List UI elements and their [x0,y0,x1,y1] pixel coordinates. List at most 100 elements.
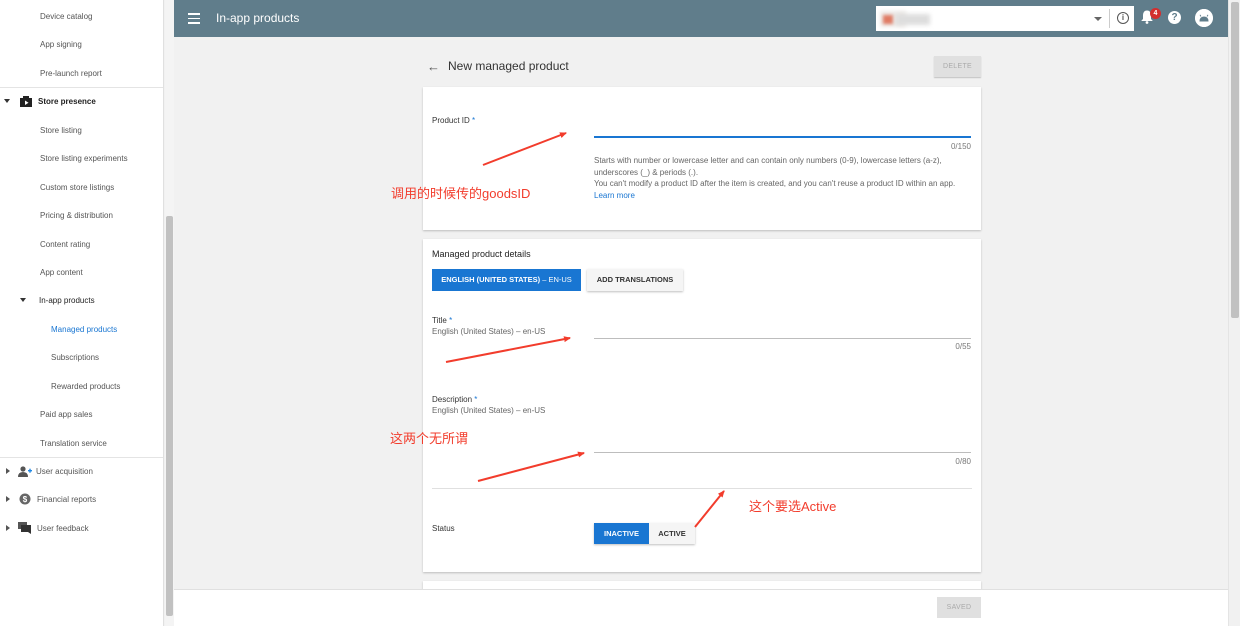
product-id-label: Product ID * [432,116,475,125]
sidebar-item-app-content[interactable]: App content [0,258,163,286]
sidebar-item-label: Store listing [40,125,82,135]
sidebar-item-content-rating[interactable]: Content rating [0,230,163,258]
page-title: In-app products [216,11,300,25]
sidebar-item-label: Pricing & distribution [40,210,113,220]
user-acquisition-icon [18,465,32,477]
sidebar-item-label: Paid app sales [40,409,93,419]
bottom-action-bar [174,589,1228,626]
sidebar-item-label: User acquisition [36,466,93,476]
product-id-help: Starts with number or lowercase letter a… [594,155,974,202]
sidebar-item-store-listing-experiments[interactable]: Store listing experiments [0,144,163,172]
sidebar-item-label: Content rating [40,239,91,249]
sidebar-item-user-feedback[interactable]: User feedback [0,514,163,542]
product-id-label-text: Product ID [432,116,470,125]
sidebar-item-store-listing[interactable]: Store listing [0,116,163,144]
sidebar-item-device-catalog[interactable]: Device catalog [0,2,163,30]
saved-button[interactable]: SAVED [937,597,981,618]
learn-more-link[interactable]: Learn more [594,190,974,202]
description-label-text: Description [432,395,473,404]
sidebar-item-paid-app-sales[interactable]: Paid app sales [0,400,163,428]
dollar-icon: $ [19,493,31,505]
svg-text:$: $ [23,495,28,504]
sidebar-item-label: User feedback [37,523,89,533]
product-id-input[interactable] [594,136,971,138]
chevron-right-icon [6,496,10,502]
sidebar-item-label: Managed products [51,324,118,334]
title-language-sub: English (United States) – en-US [432,327,546,336]
page-heading: New managed product [448,59,569,73]
info-icon[interactable]: i [1117,12,1129,24]
sidebar-item-pre-launch-report[interactable]: Pre-launch report [0,59,163,87]
divider [432,488,972,489]
details-section-title: Managed product details [432,249,531,259]
required-marker: * [449,316,453,325]
sidebar-scrollbar[interactable] [165,0,174,626]
help-icon[interactable]: ? [1168,11,1181,24]
chevron-right-icon [6,468,10,474]
dropdown-arrow-icon[interactable] [1094,17,1102,21]
store-presence-icon [20,95,32,107]
divider [1109,9,1110,28]
sidebar-item-label: App signing [40,39,82,49]
language-tab-label: ENGLISH (UNITED STATES) [441,275,541,284]
sidebar-item-subscriptions[interactable]: Subscriptions [0,343,163,371]
sidebar-item-custom-store-listings[interactable]: Custom store listings [0,173,163,201]
sidebar-item-label: Pre-launch report [40,68,102,78]
sidebar-item-managed-products[interactable]: Managed products [0,315,163,343]
help-line: Starts with number or lowercase letter a… [594,156,942,165]
back-arrow-icon[interactable]: ← [427,59,440,74]
product-id-counter: 0/150 [950,142,971,151]
sidebar-item-in-app-products[interactable]: In-app products [0,286,163,314]
hamburger-menu-icon[interactable] [188,13,200,24]
annotation-goods-id: 调用的时候传的goodsID [391,186,531,201]
annotation-choose-active: 这个要选Active [749,499,837,514]
sidebar-item-financial-reports[interactable]: $ Financial reports [0,485,163,513]
page-scrollbar-thumb[interactable] [1231,2,1239,318]
sidebar-item-label: Translation service [40,438,107,448]
required-marker: * [472,116,476,125]
sidebar-item-app-signing[interactable]: App signing [0,30,163,58]
status-active-option[interactable]: ACTIVE [649,523,695,544]
title-field-label: Title * [432,316,452,325]
sidebar-item-label: Device catalog [40,11,93,21]
help-line: You can't modify a product ID after the … [594,179,956,189]
sidebar-item-label: App content [40,267,83,277]
sidebar-item-label: Store listing experiments [40,153,128,163]
sidebar-scrollbar-thumb[interactable] [166,216,173,616]
delete-button[interactable]: DELETE [934,56,981,77]
feedback-icon [18,522,31,534]
add-translations-button[interactable]: ADD TRANSLATIONS [587,269,683,291]
top-app-bar: In-app products i 4 ? [174,0,1228,37]
language-tab-suffix: – EN-US [542,275,572,284]
app-selector[interactable]: i [876,6,1134,31]
sidebar-item-label: Financial reports [37,494,97,504]
sidebar-item-pricing-distribution[interactable]: Pricing & distribution [0,201,163,229]
sidebar-item-label: Subscriptions [51,352,100,362]
sidebar-item-label: In-app products [39,295,95,305]
account-avatar[interactable] [1195,9,1213,27]
description-input[interactable] [594,452,971,453]
sidebar-item-label: Store presence [38,96,96,106]
status-toggle[interactable]: INACTIVE ACTIVE [594,523,695,544]
sidebar-item-translation-service[interactable]: Translation service [0,429,163,457]
app-icon-blurred [883,15,893,24]
description-field-label: Description * [432,395,477,404]
required-marker: * [474,395,478,404]
chevron-down-icon [4,99,10,103]
status-inactive-option[interactable]: INACTIVE [594,523,649,544]
app-name-blurred [896,14,930,25]
title-label-text: Title [432,316,447,325]
sidebar-item-user-acquisition[interactable]: User acquisition [0,457,163,485]
chevron-down-icon [20,298,26,302]
status-label: Status [432,524,455,533]
annotation-whatever: 这两个无所谓 [390,431,469,446]
page-scrollbar[interactable] [1228,0,1240,626]
title-input[interactable] [594,338,971,339]
chevron-right-icon [6,525,10,531]
sidebar-item-store-presence[interactable]: Store presence [0,87,163,115]
language-tab-en-us[interactable]: ENGLISH (UNITED STATES) – EN-US [432,269,581,291]
sidebar-item-rewarded-products[interactable]: Rewarded products [0,372,163,400]
title-counter: 0/55 [955,342,971,351]
sidebar-item-label: Custom store listings [40,182,115,192]
description-counter: 0/80 [955,457,971,466]
